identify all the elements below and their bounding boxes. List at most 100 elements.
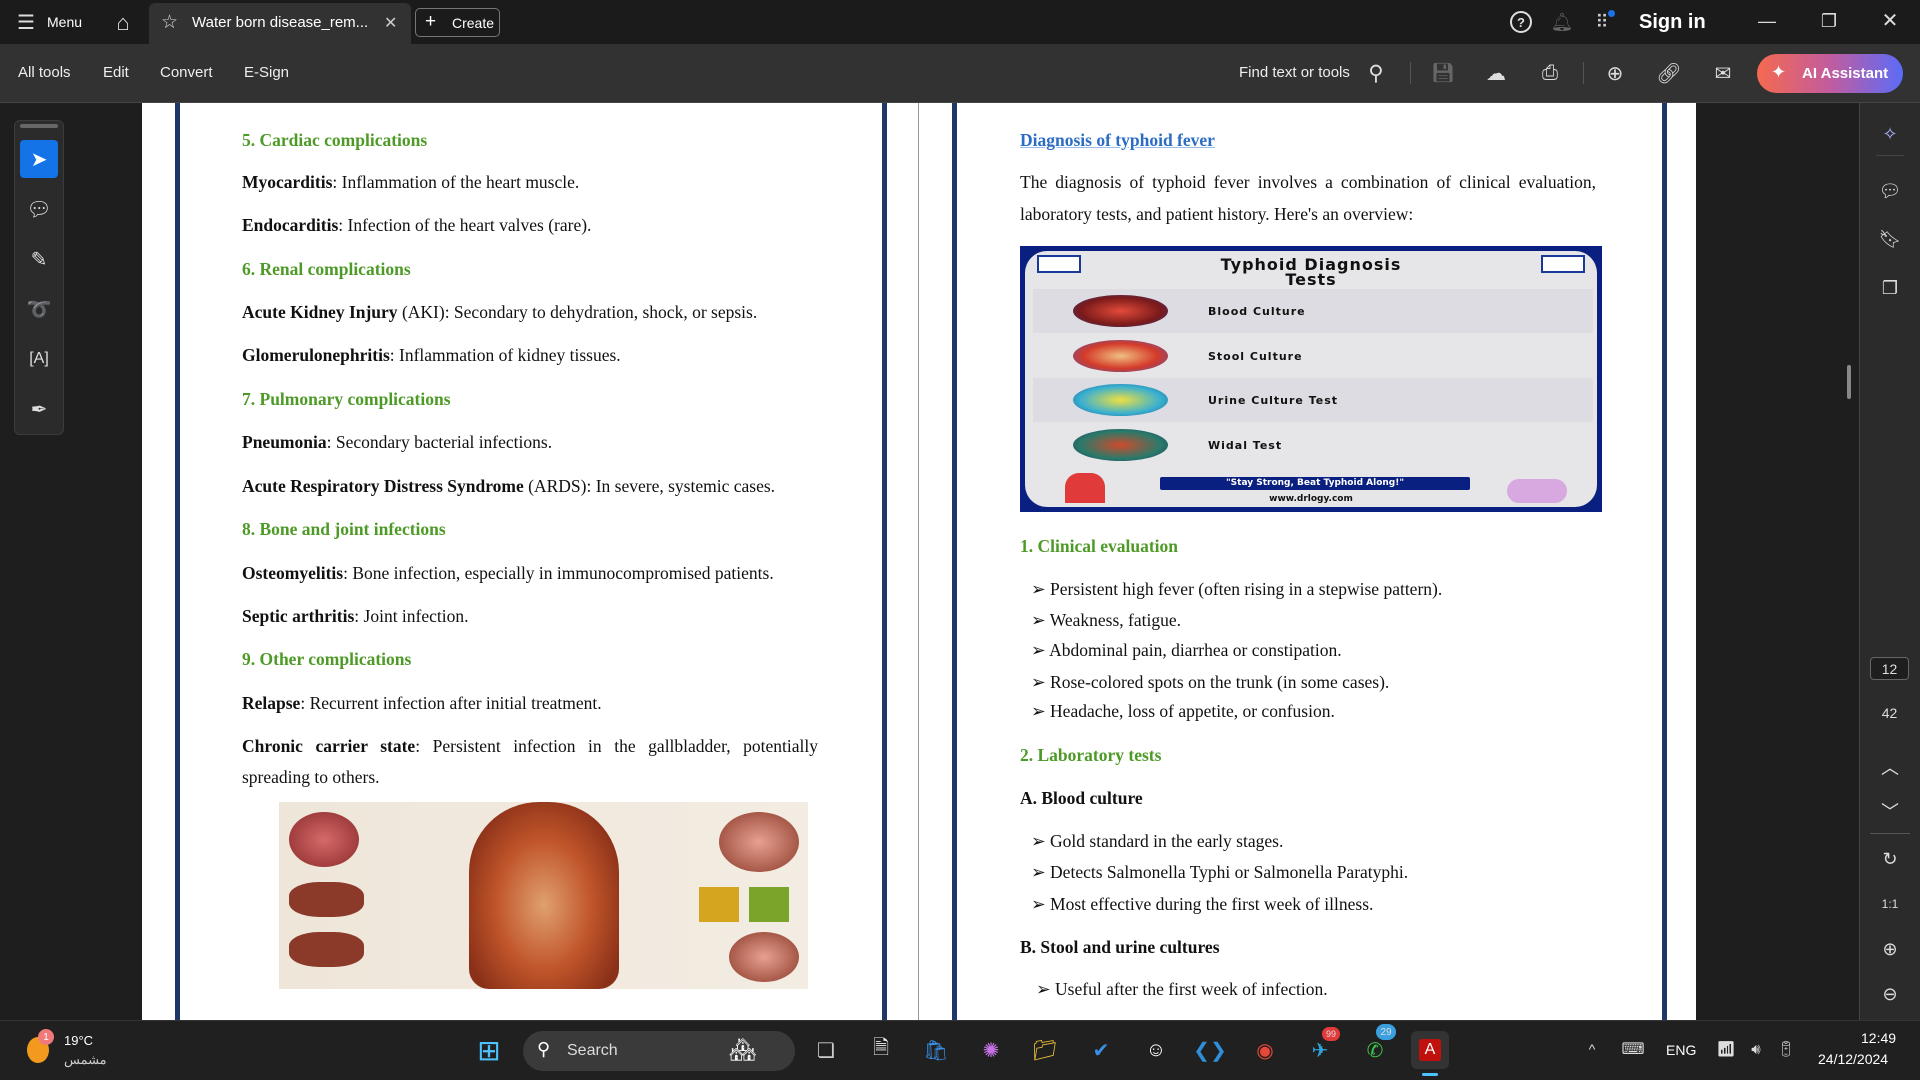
draw-lasso-icon[interactable]: ➰: [20, 290, 58, 328]
print-icon[interactable]: ⎙: [1537, 60, 1563, 86]
test-label: Widal Test: [1208, 438, 1283, 452]
link-icon[interactable]: 🔗︎: [1656, 60, 1682, 86]
drag-handle[interactable]: [20, 124, 58, 128]
todo-icon[interactable]: ✔: [1082, 1031, 1120, 1069]
esign-menu[interactable]: E-Sign: [244, 64, 289, 81]
document-tab[interactable]: ☆ Water born disease_rem... ✕: [149, 3, 411, 44]
language-indicator[interactable]: ENG: [1666, 1042, 1696, 1058]
comment-tool-icon[interactable]: 💬︎: [20, 190, 58, 228]
test-row: Widal Test: [1033, 423, 1593, 467]
minimize-icon[interactable]: —: [1756, 10, 1778, 32]
document-view[interactable]: 5. Cardiac complications Myocarditis: In…: [142, 103, 1696, 1020]
ai-assistant-button[interactable]: ✦ AI Assistant: [1757, 54, 1903, 93]
paragraph: Pneumonia: Secondary bacterial infection…: [242, 431, 552, 453]
arrow-bullet-icon: ➢: [1031, 672, 1051, 692]
bullet-item: ➢ Gold standard in the early stages.: [1031, 830, 1283, 852]
bookmarks-icon[interactable]: 🔖︎: [1870, 221, 1910, 257]
select-tool-icon[interactable]: ➤: [20, 140, 58, 178]
page-border: [952, 103, 957, 1020]
quick-tools-panel: ➤ 💬︎ ✎ ➰ [A] ✒: [14, 120, 64, 435]
sign-in-button[interactable]: Sign in: [1639, 11, 1706, 34]
find-text-tools[interactable]: Find text or tools: [1239, 64, 1350, 81]
file-explorer-icon[interactable]: 📁︎: [1026, 1031, 1064, 1069]
star-icon[interactable]: ☆: [161, 11, 178, 34]
bullet-item: ➢ Detects Salmonella Typhi or Salmonella…: [1031, 861, 1408, 883]
current-page-input[interactable]: 12: [1870, 657, 1909, 680]
weather-temp[interactable]: 19°C: [64, 1033, 93, 1048]
highlight-pen-icon[interactable]: ✎: [20, 240, 58, 278]
keyboard-icon[interactable]: ⌨: [1621, 1039, 1645, 1059]
plus-icon: +: [425, 11, 437, 32]
convert-menu[interactable]: Convert: [160, 64, 213, 81]
copilot-icon[interactable]: ✺: [972, 1031, 1010, 1069]
heading-other: 9. Other complications: [242, 649, 412, 669]
search-icon[interactable]: ⚲: [1364, 60, 1388, 86]
bullet-text: Rose-colored spots on the trunk (in some…: [1050, 672, 1390, 692]
clock-date[interactable]: 24/12/2024: [1818, 1051, 1888, 1067]
title-line: Tests: [1285, 270, 1337, 289]
arrow-bullet-icon: ➢: [1031, 894, 1051, 914]
ai-summary-icon[interactable]: ✧: [1870, 116, 1910, 152]
clock-time[interactable]: 12:49: [1861, 1030, 1896, 1046]
zoom-in-icon[interactable]: ⊕: [1870, 931, 1910, 967]
actual-size-icon[interactable]: 1:1: [1870, 886, 1910, 922]
pages-thumbnails-icon[interactable]: ❐: [1870, 270, 1910, 306]
test-row: Stool Culture: [1033, 334, 1593, 378]
acrobat-icon[interactable]: A: [1411, 1031, 1449, 1069]
all-tools-menu[interactable]: All tools: [18, 64, 71, 81]
edit-menu[interactable]: Edit: [103, 64, 129, 81]
close-window-icon[interactable]: ✕: [1879, 9, 1901, 32]
task-view-icon[interactable]: ❏: [807, 1031, 845, 1069]
battery-icon[interactable]: 🔋︎: [1775, 1039, 1797, 1059]
text-box-icon[interactable]: [A]: [20, 340, 58, 378]
notepad-icon[interactable]: 🗎: [862, 1031, 900, 1069]
search-highlight-icon: 🏘︎: [729, 1037, 757, 1062]
previous-page-icon[interactable]: ︿: [1870, 749, 1910, 785]
share-user-icon[interactable]: ⊕: [1602, 60, 1628, 86]
rotate-icon[interactable]: ↻: [1870, 841, 1910, 877]
weather-condition[interactable]: مشمس: [64, 1052, 107, 1068]
sign-pen-icon[interactable]: ✒: [20, 390, 58, 428]
volume-icon[interactable]: 🔊︎: [1745, 1039, 1767, 1059]
help-icon[interactable]: ?: [1510, 11, 1532, 33]
heading-clinical: 1. Clinical evaluation: [1020, 536, 1178, 556]
bullet-item: ➢ Persistent high fever (often rising in…: [1031, 578, 1442, 600]
weather-badge: 1: [38, 1029, 54, 1045]
hamburger-menu-icon[interactable]: ☰: [16, 12, 36, 34]
restore-icon[interactable]: ❐: [1818, 10, 1840, 32]
app-icon[interactable]: ☺: [1137, 1031, 1175, 1069]
zoom-out-icon[interactable]: ⊖: [1870, 976, 1910, 1012]
create-button[interactable]: + Create: [415, 8, 500, 37]
bullet-item: ➢ Abdominal pain, diarrhea or constipati…: [1031, 639, 1342, 661]
arrow-bullet-icon: ➢: [1031, 831, 1051, 851]
close-tab-icon[interactable]: ✕: [384, 13, 397, 33]
active-app-indicator: [1422, 1073, 1438, 1076]
bell-icon[interactable]: 🔔︎: [1551, 10, 1574, 34]
wifi-icon[interactable]: 📶︎: [1715, 1039, 1737, 1059]
microsoft-store-icon[interactable]: 🛍︎: [917, 1031, 955, 1069]
menu-button[interactable]: Menu: [47, 14, 82, 30]
email-icon[interactable]: ✉: [1710, 60, 1736, 86]
subheading-blood: A. Blood culture: [1020, 788, 1143, 808]
divider: [1870, 833, 1910, 834]
bullet-text: Useful after the first week of infection…: [1055, 979, 1328, 999]
paragraph: Osteomyelitis: Bone infection, especiall…: [242, 562, 774, 584]
next-page-icon[interactable]: ﹀: [1870, 793, 1910, 829]
vertical-scrollbar[interactable]: [1847, 365, 1851, 399]
bullet-item: ➢ Useful after the first week of infecti…: [1036, 978, 1328, 1000]
term: Septic arthritis: [242, 606, 355, 626]
paragraph: Septic arthritis: Joint infection.: [242, 605, 469, 627]
taskbar-search[interactable]: ⚲ Search 🏘︎: [523, 1031, 795, 1071]
comments-icon[interactable]: 💬︎: [1870, 173, 1910, 209]
bullet-item: ➢ Most effective during the first week o…: [1031, 893, 1373, 915]
save-icon[interactable]: 💾︎: [1430, 60, 1456, 86]
slogan-banner: "Stay Strong, Beat Typhoid Along!": [1160, 477, 1470, 490]
vscode-icon[interactable]: ❮❯: [1191, 1031, 1229, 1069]
upload-cloud-icon[interactable]: ☁: [1483, 60, 1509, 86]
home-icon[interactable]: ⌂: [110, 10, 136, 36]
ai-assistant-label: AI Assistant: [1802, 65, 1889, 82]
chrome-icon[interactable]: ◉: [1246, 1031, 1284, 1069]
windows-start-icon[interactable]: ⊞: [470, 1031, 508, 1069]
arrow-bullet-icon: ➢: [1031, 640, 1050, 660]
show-hidden-icons[interactable]: ^: [1582, 1039, 1602, 1059]
